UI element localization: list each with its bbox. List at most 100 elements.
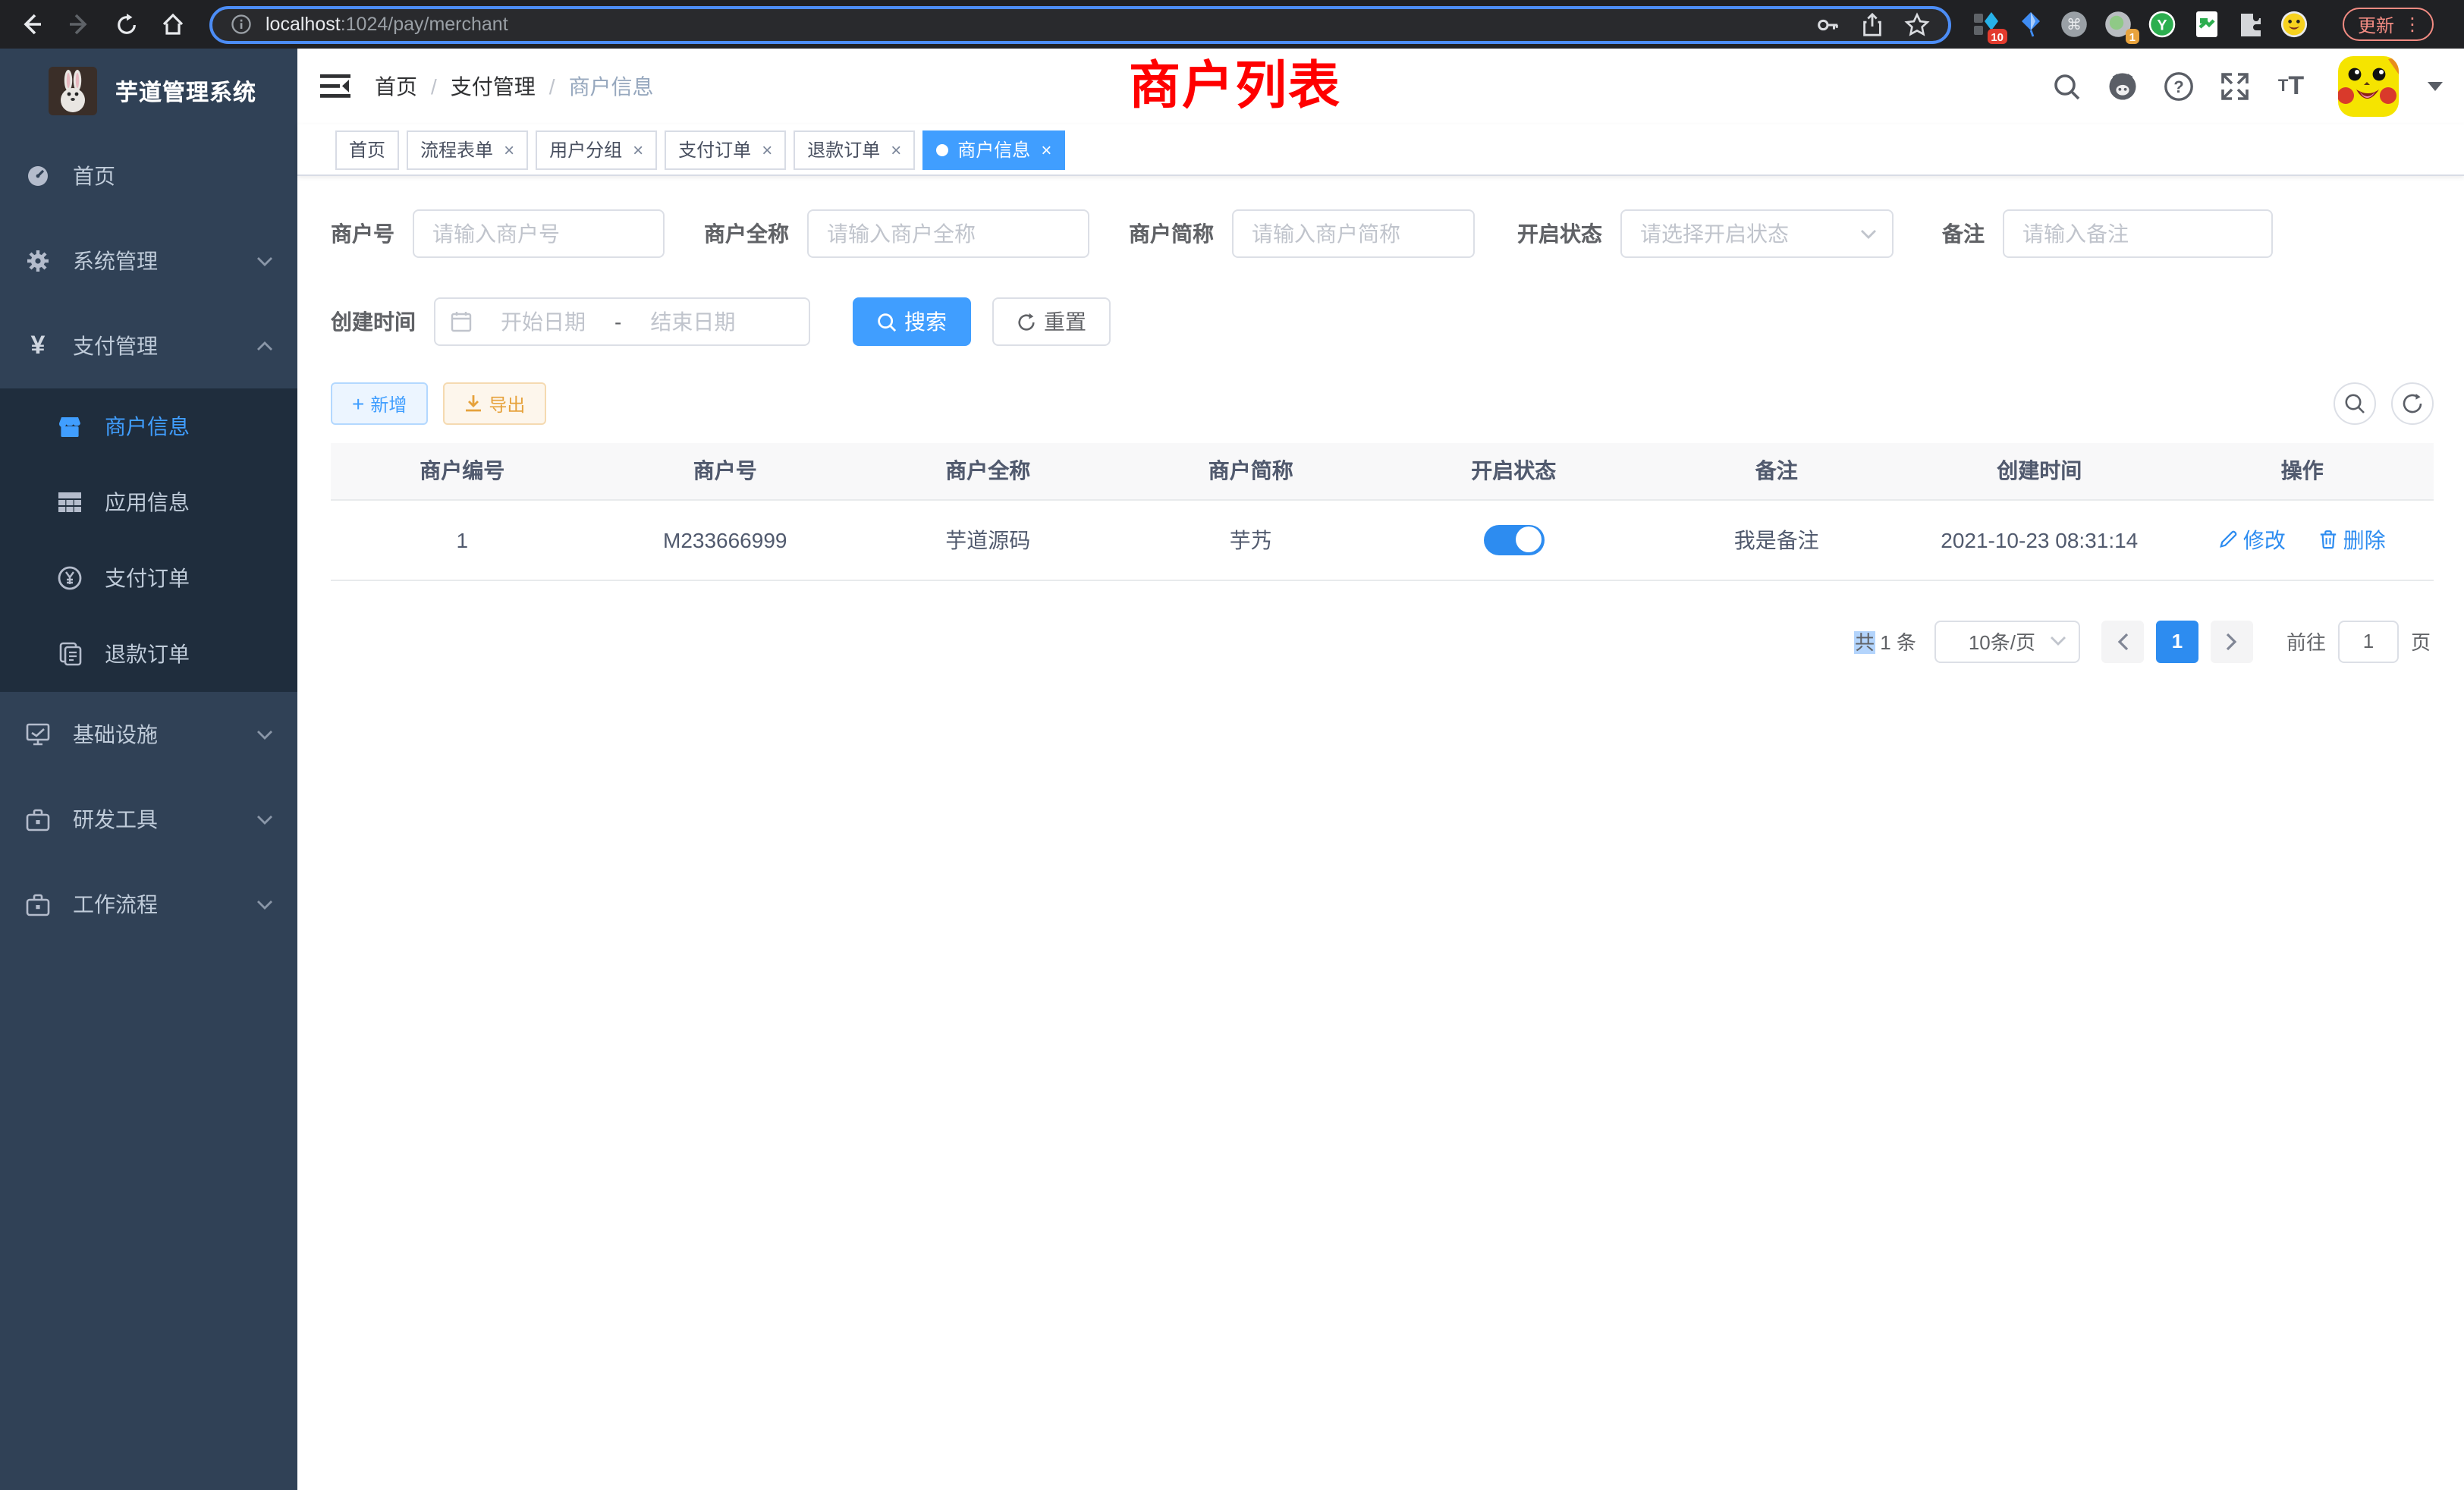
table-toolbar: + 新增 导出 bbox=[331, 382, 2434, 425]
close-icon[interactable]: × bbox=[504, 139, 514, 160]
extension-doc-icon[interactable] bbox=[2192, 11, 2220, 38]
tag-merchant-info[interactable]: 商户信息× bbox=[922, 130, 1065, 169]
font-size-icon[interactable]: TT bbox=[2276, 71, 2306, 102]
col-merchant-id: 商户编号 bbox=[331, 443, 594, 499]
tag-pay-order[interactable]: 支付订单× bbox=[665, 130, 786, 169]
chevron-down-icon bbox=[1860, 228, 1877, 239]
plus-icon: + bbox=[352, 393, 364, 414]
sidebar-item-infra[interactable]: 基础设施 bbox=[0, 692, 297, 777]
search-icon[interactable] bbox=[2051, 71, 2082, 102]
sidebar-item-app-info[interactable]: 应用信息 bbox=[0, 464, 297, 540]
page-content: 商户号 商户全称 商户简称 开启状态 请选择开启状态 bbox=[297, 176, 2464, 1490]
next-page-button[interactable] bbox=[2211, 620, 2253, 662]
password-key-icon[interactable] bbox=[1815, 11, 1840, 37]
sidebar-item-home[interactable]: 首页 bbox=[0, 134, 297, 218]
forward-button[interactable] bbox=[62, 8, 96, 41]
prev-page-button[interactable] bbox=[2101, 620, 2144, 662]
close-icon[interactable]: × bbox=[1041, 139, 1051, 160]
back-button[interactable] bbox=[15, 8, 49, 41]
url-path: :1024/pay/merchant bbox=[341, 14, 508, 35]
status-select[interactable]: 请选择开启状态 bbox=[1620, 209, 1894, 258]
refresh-icon bbox=[2402, 393, 2423, 414]
extension-proxy-icon[interactable]: 1 bbox=[2104, 11, 2132, 38]
sidebar-item-refund-order[interactable]: 退款订单 bbox=[0, 616, 297, 692]
edit-pencil-icon bbox=[2219, 530, 2239, 549]
bookmark-star-icon[interactable] bbox=[1904, 11, 1930, 37]
sidebar-item-dev-tools[interactable]: 研发工具 bbox=[0, 777, 297, 862]
avatar-caret-icon[interactable] bbox=[2428, 82, 2443, 91]
update-button[interactable]: 更新 ⋮ bbox=[2343, 8, 2434, 41]
profile-emoji-avatar[interactable] bbox=[2280, 11, 2308, 38]
share-icon[interactable] bbox=[1860, 11, 1884, 37]
close-icon[interactable]: × bbox=[633, 139, 643, 160]
dashboard-icon bbox=[26, 164, 50, 188]
tag-home[interactable]: 首页 bbox=[335, 130, 399, 169]
github-icon[interactable] bbox=[2107, 71, 2138, 102]
merchant-no-input[interactable] bbox=[413, 209, 665, 258]
col-merchant-no: 商户号 bbox=[594, 443, 857, 499]
store-icon bbox=[58, 414, 82, 439]
col-actions: 操作 bbox=[2171, 443, 2434, 499]
reload-button[interactable] bbox=[109, 8, 143, 41]
monitor-icon bbox=[26, 722, 50, 747]
help-icon[interactable]: ? bbox=[2164, 71, 2194, 102]
sidebar-item-system[interactable]: 系统管理 bbox=[0, 218, 297, 303]
close-icon[interactable]: × bbox=[762, 139, 772, 160]
export-button[interactable]: 导出 bbox=[443, 382, 546, 425]
status-toggle[interactable] bbox=[1483, 524, 1544, 555]
goto-page-input[interactable] bbox=[2338, 620, 2399, 662]
home-button[interactable] bbox=[156, 8, 190, 41]
cell-merchant-id: 1 bbox=[331, 499, 594, 580]
search-icon bbox=[877, 312, 897, 332]
sidebar-item-pay-order[interactable]: 支付订单 bbox=[0, 540, 297, 616]
extensions-puzzle-icon[interactable] bbox=[2236, 11, 2264, 38]
sidebar-collapse-icon[interactable] bbox=[320, 71, 350, 102]
chevron-up-icon bbox=[256, 341, 273, 351]
fullscreen-icon[interactable] bbox=[2220, 71, 2250, 102]
sidebar: 芋道管理系统 首页 系统管理 ¥ 支付管理 bbox=[0, 49, 297, 1490]
hide-search-button[interactable] bbox=[2334, 382, 2376, 425]
start-date-placeholder: 开始日期 bbox=[484, 306, 602, 337]
create-time-range-input[interactable]: 开始日期 - 结束日期 bbox=[434, 297, 810, 346]
col-short-name: 商户简称 bbox=[1120, 443, 1383, 499]
tag-user-group[interactable]: 用户分组× bbox=[536, 130, 657, 169]
refund-doc-icon bbox=[58, 642, 82, 666]
delete-button[interactable]: 删除 bbox=[2319, 524, 2386, 555]
user-avatar[interactable] bbox=[2338, 56, 2399, 117]
short-name-input[interactable] bbox=[1232, 209, 1475, 258]
date-separator: - bbox=[614, 310, 621, 334]
remark-input[interactable] bbox=[2003, 209, 2273, 258]
url-bar[interactable]: localhost:1024/pay/merchant bbox=[209, 5, 1951, 43]
sidebar-item-merchant-info[interactable]: 商户信息 bbox=[0, 388, 297, 464]
extension-colored-icon[interactable]: 10 bbox=[1972, 11, 2000, 38]
extension-badge: 1 bbox=[2126, 29, 2139, 44]
extension-kite-icon[interactable] bbox=[2016, 11, 2044, 38]
refresh-icon bbox=[1017, 312, 1036, 332]
edit-button[interactable]: 修改 bbox=[2219, 524, 2286, 555]
sidebar-item-pay[interactable]: ¥ 支付管理 bbox=[0, 303, 297, 388]
table-header-row: 商户编号 商户号 商户全称 商户简称 开启状态 备注 创建时间 操作 bbox=[331, 443, 2434, 499]
browser-menu-dots-icon[interactable]: ⋮ bbox=[2403, 14, 2422, 35]
breadcrumb-pay[interactable]: 支付管理 bbox=[451, 71, 536, 102]
page-number-button[interactable]: 1 bbox=[2156, 620, 2198, 662]
search-button[interactable]: 搜索 bbox=[853, 297, 971, 346]
cell-created: 2021-10-23 08:31:14 bbox=[1908, 499, 2171, 580]
full-name-input[interactable] bbox=[807, 209, 1089, 258]
extension-y-icon[interactable]: Y bbox=[2148, 11, 2176, 38]
tag-refund-order[interactable]: 退款订单× bbox=[794, 130, 915, 169]
refresh-button[interactable] bbox=[2391, 382, 2434, 425]
page-unit-label: 页 bbox=[2411, 627, 2431, 655]
tag-process-form[interactable]: 流程表单× bbox=[407, 130, 528, 169]
add-button[interactable]: + 新增 bbox=[331, 382, 428, 425]
toolbox-icon bbox=[26, 807, 50, 831]
app-title: 芋道管理系统 bbox=[115, 75, 256, 107]
active-dot bbox=[936, 143, 948, 156]
page-size-select[interactable]: 10条/页 bbox=[1934, 620, 2080, 662]
sidebar-item-workflow[interactable]: 工作流程 bbox=[0, 862, 297, 947]
reset-button[interactable]: 重置 bbox=[992, 297, 1111, 346]
site-info-icon[interactable] bbox=[231, 14, 252, 35]
breadcrumb-home[interactable]: 首页 bbox=[375, 71, 417, 102]
extensions-row: 10 ⌘ 1 Y 更新 bbox=[1972, 8, 2434, 41]
close-icon[interactable]: × bbox=[891, 139, 901, 160]
extension-command-icon[interactable]: ⌘ bbox=[2060, 11, 2088, 38]
